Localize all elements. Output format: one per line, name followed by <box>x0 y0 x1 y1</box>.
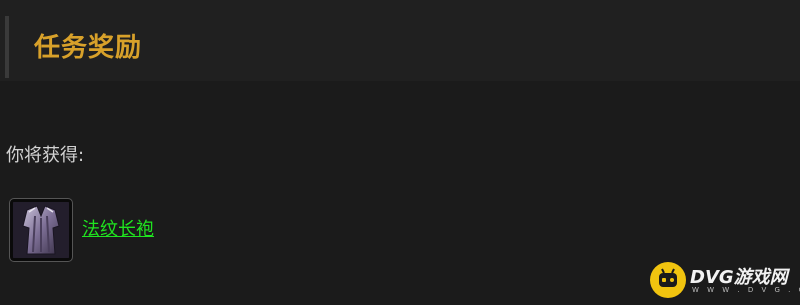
header-accent-bar <box>5 16 9 78</box>
watermark-url: W W W . D V G . C N <box>692 286 800 294</box>
robe-icon[interactable] <box>9 198 73 262</box>
section-title: 任务奖励 <box>34 33 143 63</box>
item-name-link[interactable]: 法纹长袍 <box>82 218 154 242</box>
site-watermark: DVG游戏网 W W W . D V G . C N <box>650 262 800 300</box>
reward-item[interactable]: 法纹长袍 <box>9 197 154 263</box>
quest-reward-header: 任务奖励 <box>0 0 800 81</box>
gamepad-logo-icon <box>650 262 686 298</box>
reward-prompt: 你将获得: <box>6 145 85 166</box>
